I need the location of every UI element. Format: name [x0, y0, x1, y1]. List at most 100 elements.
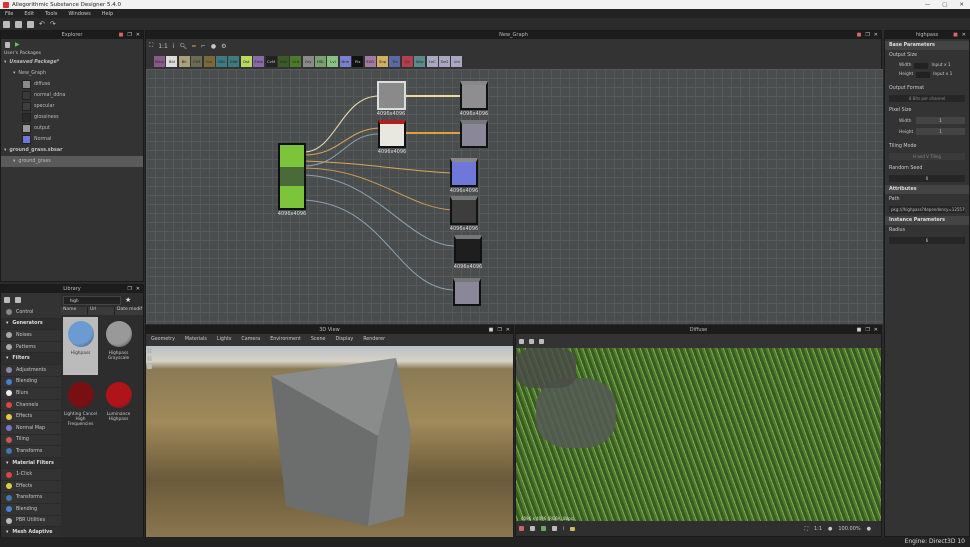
light-icon[interactable] — [147, 356, 152, 361]
explorer-item[interactable]: ▾ ground_grass — [1, 156, 143, 167]
explorer-item[interactable]: Normal — [1, 134, 143, 145]
3d-viewport[interactable] — [146, 346, 513, 537]
library-category[interactable]: Transforms — [1, 446, 61, 458]
atomic-node-button[interactable]: SnG — [438, 55, 450, 67]
atomic-node-button[interactable]: Shp — [377, 55, 389, 67]
highpass-node[interactable] — [377, 81, 406, 110]
library-category[interactable]: Blurs — [1, 388, 61, 400]
height-mode[interactable]: Input x 1 — [933, 72, 952, 77]
library-category[interactable]: ▾ Generators — [1, 318, 61, 331]
atomic-node-button[interactable]: DWr — [228, 55, 240, 67]
width-field[interactable] — [914, 62, 929, 69]
library-category[interactable]: Tiling — [1, 435, 61, 447]
explorer-item[interactable]: normal_ddna — [1, 90, 143, 101]
pin-icon[interactable]: ■ — [857, 327, 862, 333]
pin-icon[interactable]: ■ — [953, 32, 958, 38]
layout-icon[interactable] — [519, 338, 524, 344]
library-category[interactable]: ▾ Material Filters — [1, 457, 61, 470]
library-category[interactable]: Control — [1, 307, 61, 319]
attributes-header[interactable]: Attributes — [885, 185, 969, 194]
output-node-diffuse[interactable] — [460, 81, 488, 110]
explorer-item[interactable]: specular — [1, 101, 143, 112]
zoom-1to1-icon[interactable]: 1:1 — [158, 43, 168, 50]
fit-view-icon[interactable]: ⛶ — [149, 42, 153, 50]
atomic-node-button[interactable]: Trs — [389, 55, 401, 67]
atomic-node-button[interactable]: Grd — [290, 55, 302, 67]
float-icon[interactable]: ❐ — [865, 32, 869, 38]
ground-grass-node[interactable] — [278, 143, 306, 210]
search-icon[interactable]: 🔍︎ — [180, 43, 188, 50]
output-node-output[interactable] — [460, 120, 488, 148]
library-category[interactable]: Blending — [1, 377, 61, 389]
float-icon[interactable]: ❐ — [497, 327, 501, 333]
3d-menu-camera[interactable]: Camera — [241, 337, 260, 342]
atomic-node-button[interactable]: Nrm — [339, 55, 351, 67]
expand-arrow-icon[interactable]: ▾ — [4, 60, 6, 65]
column-date[interactable]: Date modif — [115, 307, 142, 315]
link-style-icon[interactable]: ━ — [192, 43, 196, 50]
new-icon[interactable] — [3, 20, 10, 28]
favorite-star-icon[interactable]: ★ — [125, 296, 131, 304]
library-result-item[interactable]: Highpass — [63, 317, 98, 375]
zoom-level[interactable]: 100.00% — [838, 526, 860, 532]
explorer-item[interactable]: output — [1, 123, 143, 134]
close-icon[interactable]: ✕ — [136, 32, 140, 38]
pixel-width-field[interactable]: 1 — [916, 117, 965, 124]
float-icon[interactable]: ❐ — [127, 32, 131, 38]
export-icon[interactable] — [529, 338, 534, 344]
close-icon[interactable]: ✕ — [874, 327, 878, 333]
atomic-node-button[interactable]: Lvl — [327, 55, 339, 67]
atomic-node-button[interactable]: HSL — [315, 55, 327, 67]
library-category[interactable]: Channels — [1, 400, 61, 412]
float-icon[interactable]: ❐ — [865, 327, 869, 333]
screenshot-icon[interactable] — [147, 364, 152, 369]
library-category[interactable]: Patterns — [1, 342, 61, 354]
zoom-1to1[interactable]: 1:1 — [814, 526, 822, 532]
close-icon[interactable]: ✕ — [962, 32, 966, 38]
3d-menu-scene[interactable]: Scene — [311, 337, 326, 342]
menu-help[interactable]: Help — [102, 11, 113, 17]
color-mode-icon[interactable] — [519, 526, 524, 531]
atomic-node-button[interactable]: Crv — [203, 55, 215, 67]
output-node-glossiness[interactable] — [454, 235, 482, 263]
output-node-normal[interactable] — [450, 158, 478, 187]
library-category[interactable]: Normal Map — [1, 423, 61, 435]
atomic-node-button[interactable]: 1nC — [426, 55, 438, 67]
align-icon[interactable]: ⌐ — [201, 43, 206, 50]
library-category[interactable]: Effects — [1, 481, 61, 493]
output-format-select[interactable]: 8 Bits per channel — [889, 95, 965, 102]
3d-menu-display[interactable]: Display — [336, 337, 354, 342]
menu-file[interactable]: File — [5, 11, 13, 17]
library-result-item[interactable]: Luminance Highpass — [101, 378, 136, 436]
undo-icon[interactable]: ↶ — [39, 20, 45, 28]
float-icon[interactable]: ❐ — [127, 286, 131, 292]
library-category[interactable]: Adjustments — [1, 365, 61, 377]
library-folder-icon[interactable] — [15, 297, 21, 303]
width-mode[interactable]: Input x 1 — [931, 63, 950, 68]
expand-arrow-icon[interactable]: ▾ — [4, 148, 6, 153]
library-add-icon[interactable] — [4, 297, 10, 303]
library-category[interactable]: Noises — [1, 330, 61, 342]
redo-icon[interactable]: ↷ — [50, 20, 56, 28]
3d-menu-geometry[interactable]: Geometry — [151, 337, 175, 342]
library-category[interactable]: ▾ Filters — [1, 353, 61, 365]
3d-menu-materials[interactable]: Materials — [185, 337, 207, 342]
3d-menu-environment[interactable]: Environment — [270, 337, 301, 342]
atomic-node-button[interactable]: Bld — [166, 55, 178, 67]
zoom-in-icon[interactable]: ● — [867, 526, 871, 532]
random-seed-field[interactable]: 0 — [889, 175, 965, 182]
tiling-icon[interactable] — [530, 526, 535, 531]
atomic-node-button[interactable]: Blr — [178, 55, 190, 67]
gear-icon[interactable]: ⚙ — [221, 43, 226, 50]
close-icon[interactable]: ✕ — [136, 286, 140, 292]
3d-menu-lights[interactable]: Lights — [217, 337, 231, 342]
3d-menu-renderer[interactable]: Renderer — [363, 337, 385, 342]
maximize-icon[interactable]: ▢ — [942, 2, 947, 8]
pixel-height-field[interactable]: 1 — [916, 128, 965, 135]
atomic-node-button[interactable]: GrD — [277, 55, 289, 67]
info-icon[interactable]: i — [173, 43, 175, 50]
menu-edit[interactable]: Edit — [24, 11, 34, 17]
zoom-out-icon[interactable]: ● — [828, 526, 832, 532]
alpha-icon[interactable] — [552, 526, 557, 531]
blend-node[interactable] — [378, 120, 406, 148]
